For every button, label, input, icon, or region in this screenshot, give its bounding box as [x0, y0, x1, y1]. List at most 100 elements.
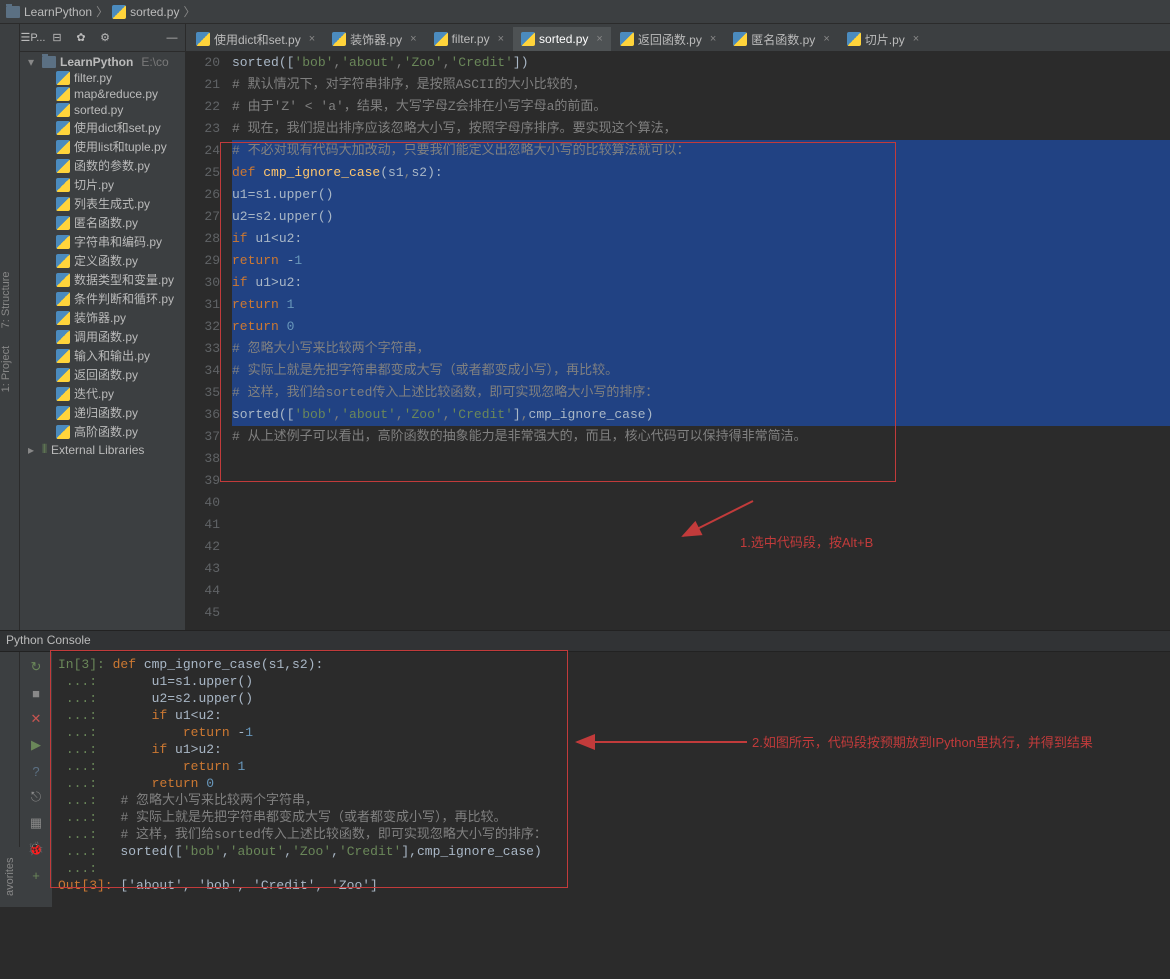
python-icon	[847, 32, 861, 46]
editor-tab[interactable]: 使用dict和set.py×	[188, 27, 323, 51]
python-icon	[56, 103, 70, 117]
stop-icon[interactable]: ■	[27, 684, 45, 702]
hide-icon[interactable]: —	[163, 29, 181, 47]
tree-file[interactable]: filter.py	[20, 70, 185, 86]
tree-file[interactable]: 调用函数.py	[20, 327, 185, 346]
help-icon[interactable]: ?	[27, 762, 45, 780]
editor-tabs: 使用dict和set.py×装饰器.py×filter.py×sorted.py…	[186, 24, 1170, 52]
python-icon	[56, 387, 70, 401]
tree-file[interactable]: 数据类型和变量.py	[20, 270, 185, 289]
close-icon[interactable]: ×	[309, 33, 315, 45]
python-icon	[56, 159, 70, 173]
console-output[interactable]: In[3]: def cmp_ignore_case(s1,s2): ...: …	[52, 652, 1170, 907]
collapse-icon[interactable]: ⊟	[48, 29, 66, 47]
python-icon	[56, 216, 70, 230]
python-icon	[733, 32, 747, 46]
project-dropdown[interactable]: ☰ P...	[24, 29, 42, 47]
python-icon	[332, 32, 346, 46]
tree-file[interactable]: 切片.py	[20, 175, 185, 194]
code-editor[interactable]: 20sorted(['bob','about','Zoo','Credit'])…	[186, 52, 1170, 630]
tree-file[interactable]: 匿名函数.py	[20, 213, 185, 232]
editor-tab[interactable]: 返回函数.py×	[612, 27, 724, 51]
tree-file[interactable]: 返回函数.py	[20, 365, 185, 384]
close-icon[interactable]: ×	[913, 33, 919, 45]
structure-tool-tab[interactable]: 7: Structure	[0, 267, 12, 332]
external-libraries[interactable]: ▸ ⫴ External Libraries	[20, 441, 185, 458]
tree-file[interactable]: 迭代.py	[20, 384, 185, 403]
tree-file[interactable]: 使用list和tuple.py	[20, 137, 185, 156]
python-icon	[56, 178, 70, 192]
history-icon[interactable]: ⎋	[27, 788, 45, 806]
tree-file[interactable]: 使用dict和set.py	[20, 118, 185, 137]
editor-tab[interactable]: 匿名函数.py×	[725, 27, 837, 51]
chevron-down-icon: ▾	[28, 55, 38, 69]
tree-file[interactable]: map&reduce.py	[20, 86, 185, 102]
variables-icon[interactable]: ▦	[27, 814, 45, 832]
editor-tab[interactable]: 装饰器.py×	[324, 27, 424, 51]
close-icon[interactable]: ×	[710, 33, 716, 45]
chevron-right-icon: 〉	[96, 3, 108, 20]
tree-root[interactable]: ▾ LearnPython E:\co	[20, 54, 185, 70]
python-icon	[56, 311, 70, 325]
tree-file[interactable]: 列表生成式.py	[20, 194, 185, 213]
settings-icon[interactable]: ✿	[72, 29, 90, 47]
python-icon	[56, 235, 70, 249]
close-icon[interactable]: ×	[596, 33, 602, 45]
python-icon	[434, 32, 448, 46]
python-icon	[56, 121, 70, 135]
editor-tab[interactable]: filter.py×	[426, 27, 512, 51]
tree-file[interactable]: 装饰器.py	[20, 308, 185, 327]
add-icon[interactable]: +	[27, 866, 45, 884]
project-sidebar: ☰ P... ⊟ ✿ ⚙ — ▾ LearnPython E:\co filte…	[20, 24, 186, 630]
tree-file[interactable]: 字符串和编码.py	[20, 232, 185, 251]
folder-icon	[6, 6, 20, 18]
tree-file[interactable]: 递归函数.py	[20, 403, 185, 422]
python-icon	[620, 32, 634, 46]
tree-file[interactable]: 条件判断和循环.py	[20, 289, 185, 308]
annotation-text-1: 1.选中代码段，按Alt+B	[740, 532, 873, 554]
python-icon	[196, 32, 210, 46]
breadcrumb-root[interactable]: LearnPython	[6, 5, 92, 19]
tree-file[interactable]: 定义函数.py	[20, 251, 185, 270]
editor-tab[interactable]: 切片.py×	[839, 27, 927, 51]
rerun-icon[interactable]: ↻	[27, 658, 45, 676]
close-icon[interactable]: ×	[823, 33, 829, 45]
left-tool-strip: 1: Project 7: Structure	[0, 24, 20, 630]
breadcrumb-file[interactable]: sorted.py	[112, 5, 179, 19]
python-icon	[521, 32, 535, 46]
python-icon	[56, 406, 70, 420]
run-icon[interactable]: ▶	[27, 736, 45, 754]
folder-icon	[42, 56, 56, 68]
close-icon[interactable]: ×	[498, 33, 504, 45]
annotation-text-2: 2.如图所示，代码段按预期放到IPython里执行，并得到结果	[752, 734, 1170, 751]
chevron-right-icon: 〉	[183, 3, 195, 20]
python-icon	[56, 368, 70, 382]
python-icon	[56, 197, 70, 211]
python-icon	[56, 87, 70, 101]
tree-file[interactable]: 输入和输出.py	[20, 346, 185, 365]
favorites-tool-tab[interactable]: avorites	[0, 847, 20, 907]
debug-icon[interactable]: 🐞	[27, 840, 45, 858]
tree-file[interactable]: 函数的参数.py	[20, 156, 185, 175]
sidebar-toolbar: ☰ P... ⊟ ✿ ⚙ —	[20, 24, 185, 52]
python-icon	[56, 273, 70, 287]
gear-icon[interactable]: ⚙	[96, 29, 114, 47]
python-icon	[56, 254, 70, 268]
tree-file[interactable]: 高阶函数.py	[20, 422, 185, 441]
console-label[interactable]: Python Console	[0, 630, 1170, 652]
editor-tab[interactable]: sorted.py×	[513, 27, 611, 51]
editor-area: 使用dict和set.py×装饰器.py×filter.py×sorted.py…	[186, 24, 1170, 630]
python-icon	[56, 425, 70, 439]
console-area: ↻ ■ ✕ ▶ ? ⎋ ▦ 🐞 + In[3]: def cmp_ignore_…	[0, 652, 1170, 907]
python-icon	[56, 330, 70, 344]
project-tree[interactable]: ▾ LearnPython E:\co filter.pymap&reduce.…	[20, 52, 185, 630]
console-toolbar: ↻ ■ ✕ ▶ ? ⎋ ▦ 🐞 +	[20, 652, 52, 907]
python-icon	[56, 71, 70, 85]
project-tool-tab[interactable]: 1: Project	[0, 342, 12, 396]
tree-file[interactable]: sorted.py	[20, 102, 185, 118]
close-icon[interactable]: ×	[410, 33, 416, 45]
chevron-right-icon: ▸	[28, 443, 38, 457]
python-icon	[56, 349, 70, 363]
close-icon[interactable]: ✕	[27, 710, 45, 728]
python-icon	[56, 292, 70, 306]
